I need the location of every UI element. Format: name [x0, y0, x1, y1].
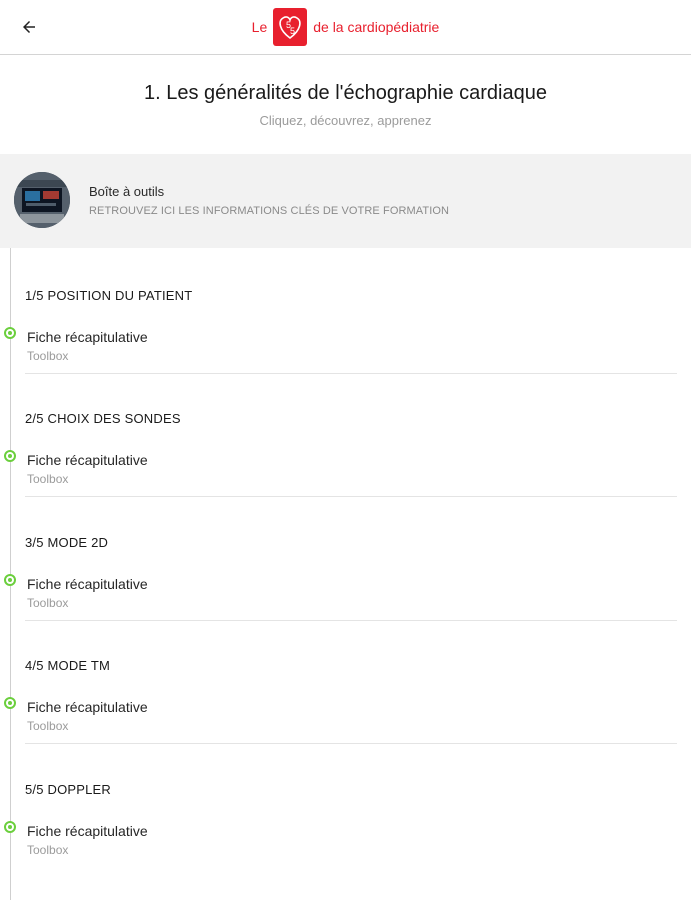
item-title: Fiche récapitulative	[27, 699, 148, 715]
page-header: 1. Les généralités de l'échographie card…	[0, 56, 691, 154]
item-subtitle: Toolbox	[27, 472, 69, 486]
list-item[interactable]: Fiche récapitulative Toolbox	[25, 574, 677, 621]
ultrasound-screen-image	[14, 172, 70, 228]
brand-suffix: de la cardiopédiatrie	[313, 19, 440, 35]
section-title: 3/5 MODE 2D	[25, 535, 109, 550]
heart-logo-icon: 5 5	[273, 8, 308, 46]
list-item[interactable]: Fiche récapitulative Toolbox	[25, 821, 677, 867]
logo-number-bottom: 5	[290, 26, 295, 36]
section-title: 1/5 POSITION DU PATIENT	[25, 288, 193, 303]
page-title: 1. Les généralités de l'échographie card…	[144, 82, 547, 104]
status-dot-icon	[4, 697, 16, 709]
status-dot-icon	[4, 821, 16, 833]
item-subtitle: Toolbox	[27, 719, 69, 733]
toolbox-title: Boîte à outils	[89, 184, 165, 199]
brand-prefix: Le	[251, 19, 268, 35]
item-title: Fiche récapitulative	[27, 576, 148, 592]
status-dot-icon	[4, 450, 16, 462]
item-subtitle: Toolbox	[27, 843, 69, 857]
brand-logo-group: Le 5 5 de la cardiopédiatrie	[0, 8, 691, 46]
list-item[interactable]: Fiche récapitulative Toolbox	[25, 697, 677, 744]
status-dot-icon	[4, 327, 16, 339]
list-item[interactable]: Fiche récapitulative Toolbox	[25, 327, 677, 374]
status-dot-icon	[4, 574, 16, 586]
item-subtitle: Toolbox	[27, 349, 69, 363]
section-5: 5/5 DOPPLER Fiche récapitulative Toolbox	[0, 744, 691, 868]
section-3: 3/5 MODE 2D Fiche récapitulative Toolbox	[0, 497, 691, 621]
list-item[interactable]: Fiche récapitulative Toolbox	[25, 450, 677, 497]
item-title: Fiche récapitulative	[27, 329, 148, 345]
section-title: 4/5 MODE TM	[25, 658, 111, 673]
item-title: Fiche récapitulative	[27, 823, 148, 839]
item-subtitle: Toolbox	[27, 596, 69, 610]
page-subtitle: Cliquez, découvrez, apprenez	[259, 113, 432, 128]
toolbox-card[interactable]: Boîte à outils RETROUVEZ ICI LES INFORMA…	[0, 154, 691, 248]
top-app-bar: Le 5 5 de la cardiopédiatrie	[0, 0, 691, 55]
toolbox-avatar	[14, 172, 70, 228]
item-title: Fiche récapitulative	[27, 452, 148, 468]
section-1: 1/5 POSITION DU PATIENT Fiche récapitula…	[0, 250, 691, 374]
section-title: 2/5 CHOIX DES SONDES	[25, 411, 181, 426]
section-2: 2/5 CHOIX DES SONDES Fiche récapitulativ…	[0, 373, 691, 497]
section-title: 5/5 DOPPLER	[25, 782, 112, 797]
toolbox-subtitle: RETROUVEZ ICI LES INFORMATIONS CLÉS DE V…	[89, 205, 450, 217]
section-4: 4/5 MODE TM Fiche récapitulative Toolbox	[0, 620, 691, 744]
